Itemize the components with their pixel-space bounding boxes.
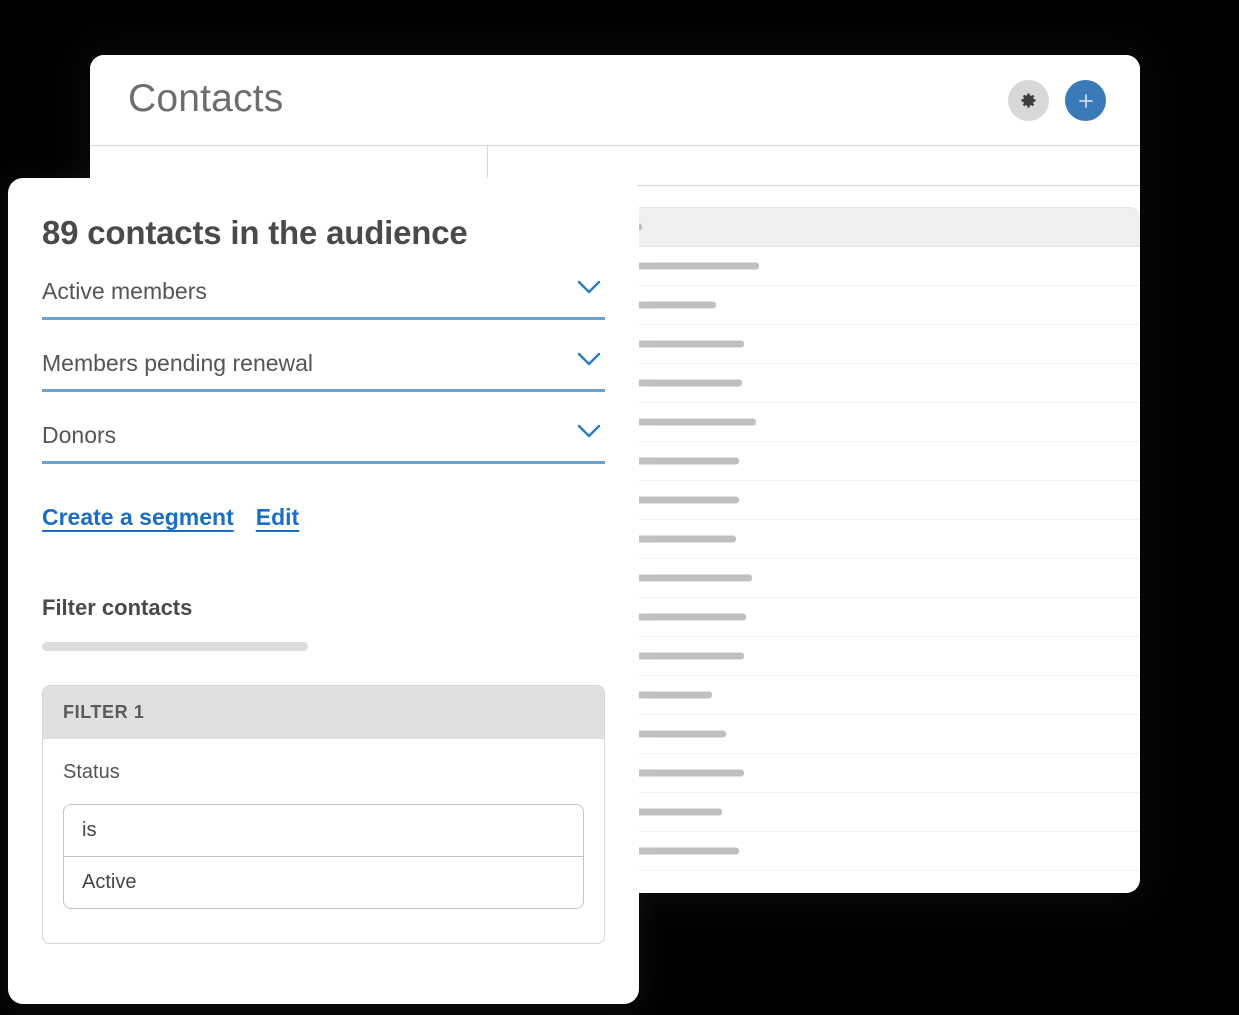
- page-title: Contacts: [128, 77, 284, 120]
- filter-value-select[interactable]: Active: [64, 856, 583, 908]
- segment-select-members-pending-renewal[interactable]: Members pending renewal: [42, 346, 605, 392]
- filter-contacts-title: Filter contacts: [42, 595, 193, 620]
- table-cell: [574, 832, 1140, 870]
- segment-select-label: Donors: [42, 422, 117, 448]
- filter-operator-select[interactable]: is: [64, 805, 583, 856]
- screenshot-root: Contacts 89 contacts in the audience Act…: [0, 0, 1239, 1015]
- filter-card-body: Status is Active: [43, 739, 604, 943]
- table-cell: [574, 793, 1140, 831]
- table-cell: [574, 598, 1140, 636]
- segment-select-label: Members pending renewal: [42, 350, 314, 376]
- add-contact-button[interactable]: [1065, 80, 1106, 121]
- table-cell: [574, 520, 1140, 558]
- table-cell: [574, 247, 1140, 285]
- audience-filter-dialog: 89 contacts in the audience Active membe…: [8, 178, 639, 1004]
- filter-card-header: FILTER 1: [43, 686, 604, 739]
- chevron-down-icon: [577, 280, 601, 295]
- filter-field-label: Status: [63, 761, 120, 783]
- table-cell: [574, 637, 1140, 675]
- settings-button[interactable]: [1008, 80, 1049, 121]
- segment-links: Create a segment Edit: [42, 504, 605, 531]
- segment-select-label: Active members: [42, 278, 207, 304]
- table-cell: [574, 754, 1140, 792]
- segment-select-active-members[interactable]: Active members: [42, 274, 605, 320]
- filter-placeholder-bar: [42, 642, 308, 651]
- table-cell: [574, 715, 1140, 753]
- filter-card: FILTER 1 Status is Active: [42, 685, 605, 944]
- edit-link[interactable]: Edit: [256, 504, 299, 531]
- table-cell: [574, 364, 1140, 402]
- app-header: Contacts: [90, 55, 1140, 146]
- filter-combo: is Active: [63, 804, 584, 909]
- plus-icon: [1076, 91, 1096, 111]
- audience-heading: 89 contacts in the audience: [42, 214, 468, 251]
- create-a-segment-link[interactable]: Create a segment: [42, 504, 234, 531]
- table-cell: [574, 676, 1140, 714]
- header-actions: [1008, 80, 1106, 121]
- chevron-down-icon: [577, 352, 601, 367]
- chevron-down-icon: [577, 424, 601, 439]
- table-cell: [574, 442, 1140, 480]
- table-cell: [574, 286, 1140, 324]
- table-cell: [574, 208, 1140, 246]
- table-cell: [574, 325, 1140, 363]
- table-cell: [574, 559, 1140, 597]
- table-cell: [574, 403, 1140, 441]
- gear-icon: [1019, 91, 1038, 110]
- table-cell: [574, 481, 1140, 519]
- segment-select-donors[interactable]: Donors: [42, 418, 605, 464]
